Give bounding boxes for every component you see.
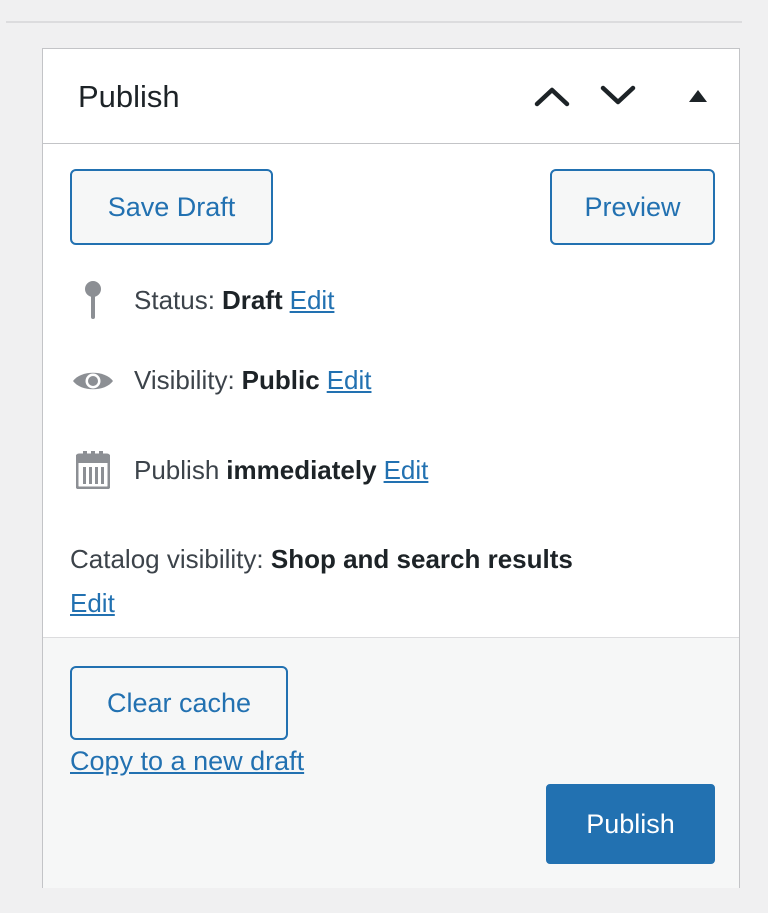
- visibility-label: Visibility:: [134, 365, 235, 395]
- status-value: Draft: [221, 284, 283, 315]
- move-up-button[interactable]: [527, 71, 577, 121]
- catalog-visibility-value: Shop and search results: [270, 544, 573, 574]
- visibility-row: Visibility: Public Edit: [68, 365, 372, 396]
- publish-button[interactable]: Publish: [546, 784, 715, 864]
- page-divider: [6, 21, 742, 23]
- publish-date-label: Publish: [134, 454, 220, 485]
- preview-button[interactable]: Preview: [550, 169, 715, 245]
- save-draft-button[interactable]: Save Draft: [70, 169, 273, 245]
- copy-to-draft-link[interactable]: Copy to a new draft: [70, 746, 304, 777]
- status-row: Status: Draft Edit: [68, 279, 334, 321]
- eye-icon: [68, 368, 118, 394]
- chevron-down-icon: [600, 85, 636, 105]
- major-publishing-actions: Clear cache Copy to a new draft Publish: [43, 637, 739, 888]
- triangle-up-icon: [689, 90, 707, 102]
- catalog-visibility-label: Catalog visibility:: [70, 544, 264, 574]
- toggle-panel-button[interactable]: [673, 71, 723, 121]
- publish-date-edit-link[interactable]: Edit: [384, 455, 429, 486]
- metabox-header: Publish: [43, 49, 739, 144]
- catalog-visibility-edit-link[interactable]: Edit: [70, 581, 115, 625]
- metabox-title: Publish: [78, 79, 180, 114]
- calendar-icon: [68, 451, 118, 489]
- pin-icon: [68, 279, 118, 321]
- clear-cache-button[interactable]: Clear cache: [70, 666, 288, 740]
- visibility-value: Public: [241, 365, 320, 395]
- publish-date-row: Publish immediately Edit: [68, 451, 428, 489]
- publish-metabox: Publish Save Draft Preview Status: Draft…: [42, 48, 740, 888]
- chevron-up-icon: [534, 87, 570, 107]
- move-down-button[interactable]: [593, 71, 643, 121]
- status-edit-link[interactable]: Edit: [290, 285, 335, 316]
- status-label: Status:: [134, 284, 215, 315]
- visibility-edit-link[interactable]: Edit: [327, 365, 372, 396]
- publish-date-value: immediately: [226, 454, 377, 485]
- catalog-visibility-row: Catalog visibility: Shop and search resu…: [70, 537, 710, 625]
